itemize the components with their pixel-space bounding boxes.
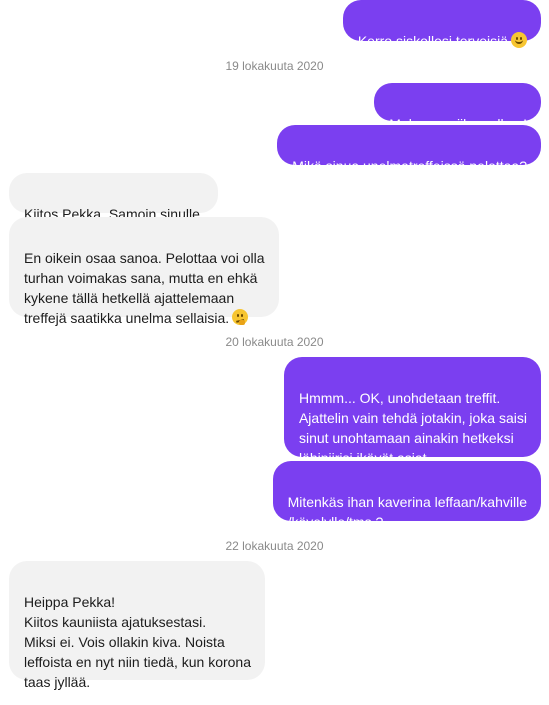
message-incoming[interactable]: En oikein osaa sanoa. Pelottaa voi olla … — [9, 217, 279, 326]
message-text: Heippa Pekka! Kiitos kauniista ajatukses… — [24, 594, 252, 690]
message-outgoing[interactable]: Mukavaa viikon alkua! — [374, 83, 541, 132]
message-text: Mikä sinua unelmatreffeissä pelottaa? — [292, 158, 527, 174]
date-separator: 19 lokakuuta 2020 — [225, 59, 324, 73]
message-outgoing[interactable]: Mikä sinua unelmatreffeissä pelottaa? — [277, 125, 541, 174]
thinking-face-icon — [232, 309, 249, 325]
message-text: Mitenkäs ihan kaverina leffaan/kahville … — [287, 494, 527, 530]
message-outgoing[interactable]: Hmmm... OK, unohdetaan treffit. Ajatteli… — [283, 357, 541, 466]
date-separator: 22 lokakuuta 2020 — [225, 539, 324, 553]
message-text: Hmmm... OK, unohdetaan treffit. Ajatteli… — [298, 390, 527, 466]
message-text: En oikein osaa sanoa. Pelottaa voi olla … — [24, 250, 265, 326]
message-text: Kerro siskollesi terveisiä — [357, 33, 508, 49]
message-incoming[interactable]: Heippa Pekka! Kiitos kauniista ajatukses… — [9, 561, 266, 690]
smiling-face-icon — [511, 32, 527, 48]
date-separator: 20 lokakuuta 2020 — [225, 335, 324, 349]
message-incoming[interactable]: Kiitos Pekka. Samoin sinulle. — [9, 173, 218, 222]
message-outgoing[interactable]: Mitenkäs ihan kaverina leffaan/kahville … — [272, 461, 541, 530]
message-outgoing[interactable]: Kerro siskollesi terveisiä — [342, 0, 541, 49]
